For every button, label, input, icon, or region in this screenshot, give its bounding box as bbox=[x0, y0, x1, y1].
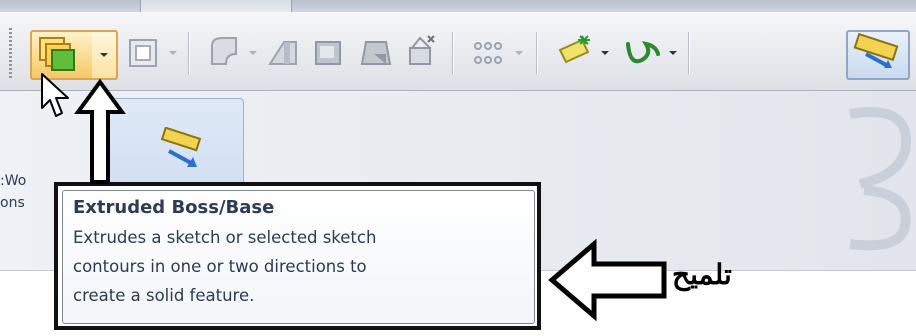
rib-icon bbox=[268, 41, 297, 65]
linear-pattern-button[interactable] bbox=[468, 30, 510, 76]
tooltip-description-line: create a solid feature. bbox=[73, 286, 255, 305]
left-arrow-annotation-icon bbox=[548, 238, 667, 322]
wrap-button[interactable] bbox=[400, 30, 440, 76]
cropped-tab-text: :Wo ons bbox=[0, 170, 26, 214]
reference-geometry-icon bbox=[558, 35, 590, 64]
extruded-cut-icon bbox=[129, 39, 157, 67]
extruded-boss-icon bbox=[39, 37, 75, 71]
features-toolbar bbox=[0, 12, 916, 91]
cut-dropdown-arrow[interactable] bbox=[164, 30, 182, 76]
pattern-dropdown-arrow[interactable] bbox=[510, 30, 528, 76]
window-tab bbox=[140, 0, 292, 12]
fillet-icon bbox=[211, 37, 237, 65]
extrude-dropdown-arrow[interactable] bbox=[92, 30, 118, 80]
curves-icon bbox=[626, 41, 660, 64]
tooltip-title: Extruded Boss/Base bbox=[73, 197, 275, 218]
tooltip-callout-frame: Extruded Boss/Base Extrudes a sketch or … bbox=[54, 182, 541, 330]
shell-icon bbox=[315, 41, 341, 65]
tooltip-description-line: contours in one or two directions to bbox=[73, 257, 367, 276]
curves-button[interactable] bbox=[620, 30, 664, 76]
ds-logo-watermark bbox=[849, 107, 912, 251]
tooltip: Extruded Boss/Base Extrudes a sketch or … bbox=[62, 190, 535, 324]
wrap-icon bbox=[409, 35, 435, 65]
toolbar-separator bbox=[536, 32, 537, 74]
curves-dropdown-arrow[interactable] bbox=[664, 30, 682, 76]
arabic-tooltip-label: تلميح bbox=[672, 258, 732, 291]
shell-button[interactable] bbox=[310, 30, 348, 76]
mouse-cursor-icon bbox=[41, 73, 69, 117]
linear-pattern-icon bbox=[474, 42, 502, 64]
toolbar-separator bbox=[188, 32, 189, 74]
top-strip bbox=[0, 0, 916, 12]
up-arrow-annotation-icon bbox=[74, 78, 126, 184]
extruded-cut-button[interactable] bbox=[124, 30, 164, 76]
draft-button[interactable] bbox=[356, 30, 394, 76]
instant3d-icon bbox=[853, 32, 899, 68]
fillet-button[interactable] bbox=[204, 30, 244, 76]
instant3d-tab-icon bbox=[160, 127, 202, 167]
cropped-text-line: :Wo bbox=[0, 173, 27, 189]
rib-button[interactable] bbox=[264, 30, 302, 76]
reference-geometry-button[interactable] bbox=[552, 30, 596, 76]
instant3d-button[interactable] bbox=[846, 30, 910, 80]
reference-dropdown-arrow[interactable] bbox=[596, 30, 614, 76]
toolbar-separator bbox=[452, 32, 453, 74]
tooltip-description-line: Extrudes a sketch or selected sketch bbox=[73, 228, 377, 247]
draft-icon bbox=[360, 41, 392, 65]
cropped-text-line: ons bbox=[0, 195, 25, 211]
fillet-dropdown-arrow[interactable] bbox=[244, 30, 262, 76]
toolbar-grip[interactable] bbox=[9, 28, 12, 78]
toolbar-separator bbox=[688, 32, 689, 74]
